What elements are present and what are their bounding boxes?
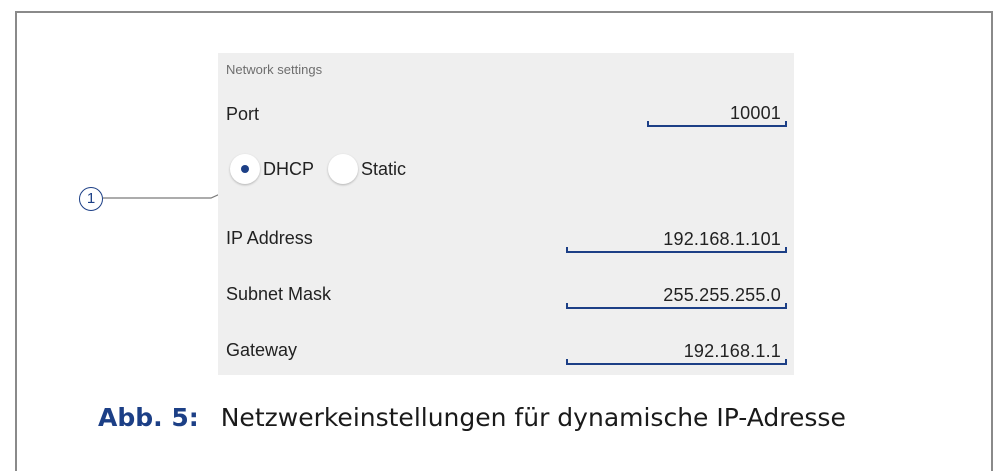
- subnet-mask-value: 255.255.255.0: [663, 285, 781, 305]
- port-value: 10001: [729, 103, 781, 123]
- static-radio-circle[interactable]: [328, 154, 359, 184]
- port-underline: [647, 125, 787, 127]
- static-radio-label: Static: [361, 158, 407, 179]
- ip-address-label: IP Address: [226, 228, 313, 248]
- dhcp-radio-circle[interactable]: [230, 154, 260, 184]
- caption-text: Netzwerkeinstellungen für dynamische IP-…: [220, 403, 846, 432]
- port-label: Port: [226, 104, 260, 124]
- dhcp-radio-label: DHCP: [263, 158, 315, 179]
- subnet-mask-field[interactable]: 255.255.255.0: [566, 285, 787, 309]
- network-settings-panel: Network settings Port 10001 DHCP Static …: [218, 53, 794, 375]
- radio-selected-dot-icon: [241, 165, 249, 173]
- static-radio[interactable]: Static: [328, 154, 406, 184]
- ip-address-field[interactable]: 192.168.1.101: [566, 229, 787, 253]
- subnet-mask-label: Subnet Mask: [226, 284, 332, 304]
- gateway-value: 192.168.1.1: [683, 341, 781, 361]
- ip-address-value: 192.168.1.101: [663, 229, 781, 249]
- ip-mode-radio-group: DHCP Static: [230, 154, 406, 184]
- port-field[interactable]: 10001: [647, 103, 787, 127]
- callout-number: 1: [79, 187, 103, 211]
- figure-caption: Abb. 5: Netzwerkeinstellungen für dynamis…: [98, 403, 846, 432]
- dhcp-radio[interactable]: DHCP: [230, 154, 314, 184]
- gateway-field[interactable]: 192.168.1.1: [566, 341, 787, 365]
- figure-number: Abb. 5:: [98, 403, 199, 432]
- panel-title: Network settings: [226, 62, 323, 77]
- gateway-label: Gateway: [226, 340, 298, 360]
